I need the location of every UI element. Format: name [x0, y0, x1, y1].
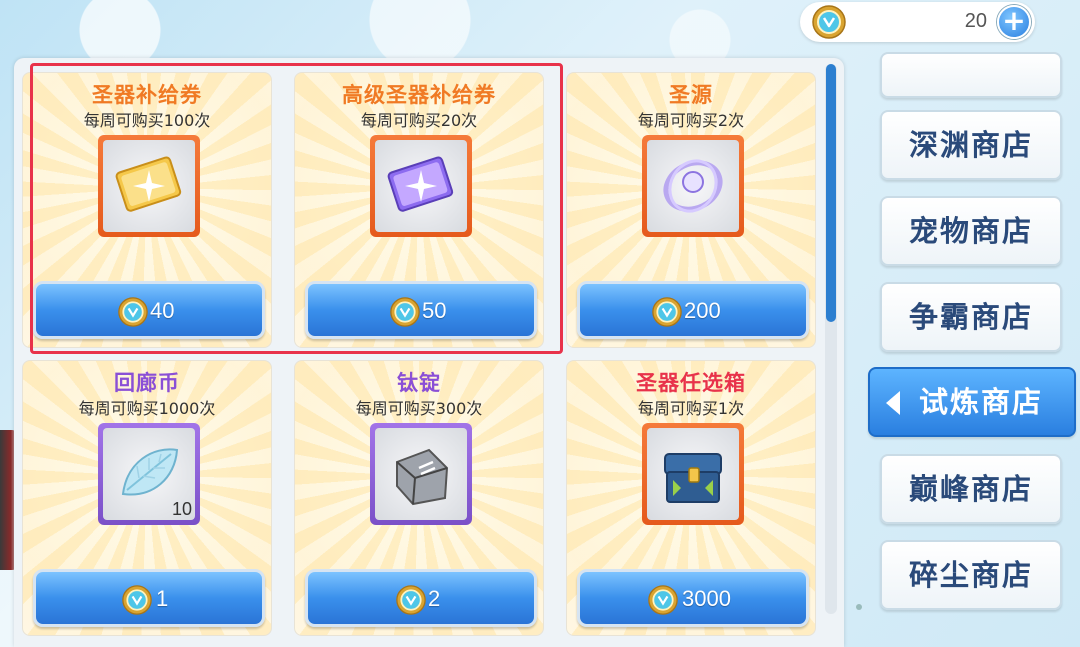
buy-button[interactable]: 40 [33, 281, 265, 339]
item-name: 圣器任选箱 [636, 371, 746, 395]
price-label: 200 [684, 298, 721, 323]
buy-button[interactable]: 1 [33, 569, 265, 627]
trial-coin-icon [122, 585, 152, 619]
chevron-left-icon [886, 391, 900, 415]
trial-coin-icon [396, 585, 426, 619]
shop-item-card[interactable]: 圣器补给券 每周可购买100次 40 [22, 72, 272, 348]
trial-coin-icon [648, 585, 678, 619]
sidebar-item-partial[interactable] [880, 52, 1062, 98]
sidebar-item-pet-shop[interactable]: 宠物商店 [880, 196, 1062, 266]
item-quantity: 10 [171, 499, 192, 519]
chest-icon [664, 453, 722, 503]
item-purchase-limit: 每周可购买1000次 [78, 399, 216, 418]
holy-source-icon [663, 159, 723, 213]
item-purchase-limit: 每周可购买100次 [83, 111, 211, 130]
item-icon-frame [370, 135, 472, 237]
price-label: 50 [422, 298, 447, 323]
sidebar-item-trial-shop[interactable]: 试炼商店 [868, 367, 1076, 437]
sidebar-item-dust-shop[interactable]: 碎尘商店 [880, 540, 1062, 610]
item-icon-frame [642, 135, 744, 237]
price-label: 40 [150, 298, 175, 323]
item-name: 回廊币 [114, 371, 180, 395]
item-icon-frame: 10 [98, 423, 200, 525]
item-name: 圣器补给券 [92, 83, 202, 107]
titanium-ingot-icon [396, 448, 449, 506]
buy-button[interactable]: 2 [305, 569, 537, 627]
item-name: 圣源 [669, 83, 713, 107]
item-purchase-limit: 每周可购买20次 [360, 111, 478, 130]
shop-item-card[interactable]: 圣器任选箱 每周可购买1次 3000 [566, 360, 816, 636]
price-label: 1 [156, 586, 169, 611]
sidebar-item-peak-shop[interactable]: 巅峰商店 [880, 454, 1062, 524]
item-icon-frame [98, 135, 200, 237]
buy-button[interactable]: 50 [305, 281, 537, 339]
trial-coin-icon [652, 297, 682, 331]
trial-coin-icon [118, 297, 148, 331]
scrollbar[interactable] [825, 64, 837, 614]
currency-amount: 20 [964, 10, 987, 32]
shop-item-card[interactable]: 回廊币 每周可购买1000次 10 1 [22, 360, 272, 636]
gold-ticket-icon [115, 156, 182, 212]
buy-button[interactable]: 3000 [577, 569, 809, 627]
sidebar-item-label: 试炼商店 [918, 385, 1043, 419]
plus-icon[interactable]: + [997, 5, 1031, 39]
price-label: 3000 [682, 586, 731, 611]
item-icon-frame [370, 423, 472, 525]
scrollbar-thumb[interactable] [826, 64, 836, 322]
item-purchase-limit: 每周可购买1次 [637, 399, 745, 418]
buy-button[interactable]: 200 [577, 281, 809, 339]
price-label: 2 [428, 586, 441, 611]
item-name: 高级圣器补给券 [342, 83, 496, 107]
shop-item-card[interactable]: 钛锭 每周可购买300次 2 [294, 360, 544, 636]
scroll-end-dot [856, 604, 862, 610]
sidebar-item-contest-shop[interactable]: 争霸商店 [880, 282, 1062, 352]
currency-bar: 20 + [800, 2, 1035, 42]
purple-ticket-icon [387, 156, 454, 212]
item-purchase-limit: 每周可购买300次 [355, 399, 483, 418]
sidebar-item-abyss-shop[interactable]: 深渊商店 [880, 110, 1062, 180]
trial-coin-icon [390, 297, 420, 331]
shop-item-card[interactable]: 圣源 每周可购买2次 200 [566, 72, 816, 348]
item-icon-frame [642, 423, 744, 525]
shop-item-card[interactable]: 高级圣器补给券 每周可购买20次 50 [294, 72, 544, 348]
item-name: 钛锭 [397, 371, 441, 395]
item-purchase-limit: 每周可购买2次 [637, 111, 745, 130]
trial-coin-icon [812, 5, 846, 43]
